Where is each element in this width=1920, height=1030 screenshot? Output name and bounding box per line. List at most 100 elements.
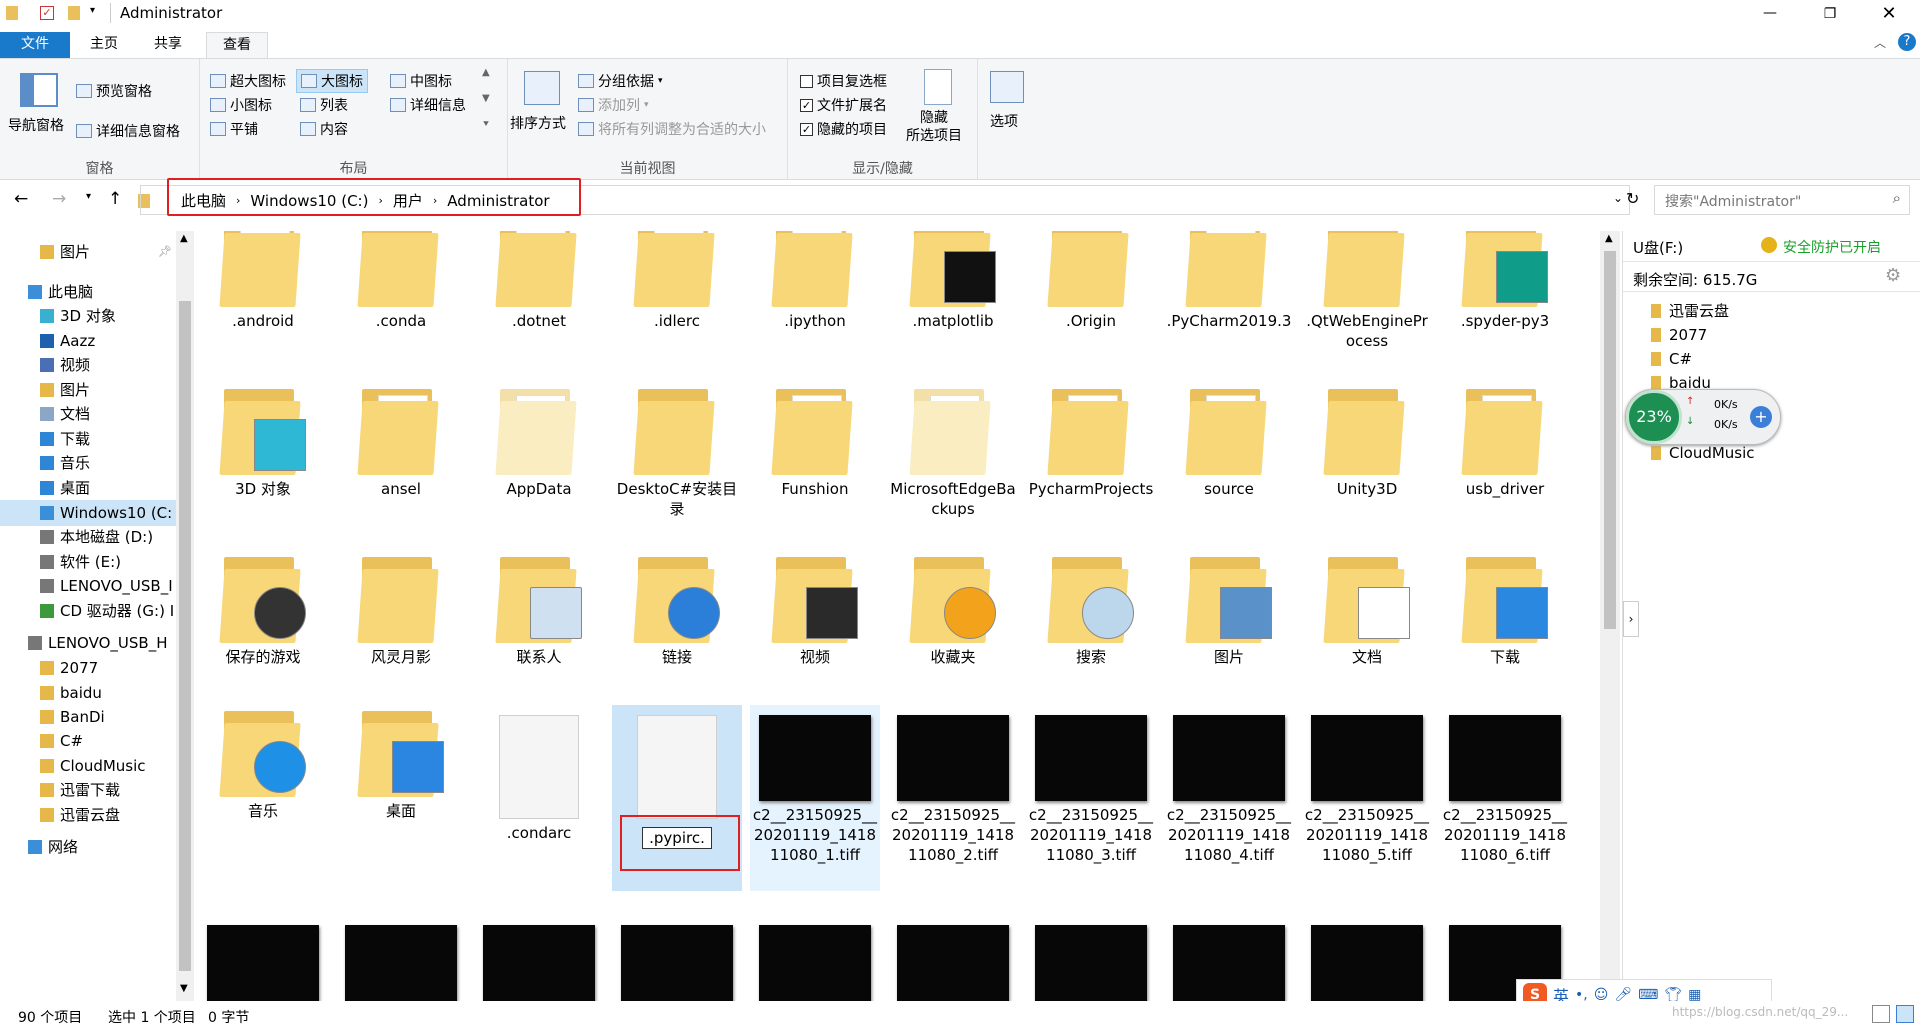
file-item[interactable]: .conda <box>336 231 466 331</box>
nav-item[interactable]: 网络 <box>0 834 176 860</box>
file-item[interactable] <box>336 915 466 1001</box>
file-item[interactable] <box>1164 915 1294 1001</box>
file-item[interactable] <box>474 915 604 1001</box>
nav-item[interactable]: 图片 <box>0 377 176 403</box>
nav-item[interactable]: LENOVO_USB_H <box>0 630 176 656</box>
file-item[interactable]: .android <box>198 231 328 331</box>
forward-icon[interactable]: → <box>52 189 66 209</box>
content-scroll-thumb[interactable] <box>1604 251 1616 629</box>
minimize-button[interactable]: — <box>1760 0 1780 28</box>
file-item[interactable]: .dotnet <box>474 231 604 331</box>
file-item[interactable] <box>198 915 328 1001</box>
layout-details[interactable]: 详细信息 <box>390 95 466 115</box>
nav-item[interactable]: 迅雷云盘 <box>0 802 176 828</box>
file-item[interactable]: ansel <box>336 383 466 499</box>
nav-item[interactable]: Aazz <box>0 328 176 354</box>
file-item[interactable]: 文档 <box>1302 551 1432 667</box>
layout-content[interactable]: 内容 <box>300 119 348 139</box>
file-item[interactable] <box>750 915 880 1001</box>
nav-pane-button[interactable]: 导航窗格 <box>8 115 64 135</box>
hidden-items-toggle[interactable]: ✓ 隐藏的项目 <box>800 119 887 139</box>
nav-item[interactable]: 桌面 <box>0 475 176 501</box>
crumb-this-pc[interactable]: 此电脑 <box>181 190 226 211</box>
nav-scroll-down-icon[interactable]: ▼ <box>180 983 188 994</box>
file-item[interactable]: DesktoC#安装目录 <box>612 383 742 519</box>
sort-by-button[interactable]: 排序方式 <box>510 113 566 133</box>
file-item[interactable]: c2__23150925__20201119_141811080_6.tiff <box>1440 705 1570 865</box>
file-item[interactable] <box>1026 915 1156 1001</box>
speed-widget[interactable]: 23% ↑ 0K/s ↓ 0K/s + <box>1625 389 1781 445</box>
file-item[interactable]: 收藏夹 <box>888 551 1018 667</box>
add-columns-button[interactable]: 添加列 ▾ <box>578 95 649 115</box>
file-item[interactable]: Unity3D <box>1302 383 1432 499</box>
file-item[interactable]: Funshion <box>750 383 880 499</box>
layout-expand-icon[interactable]: ⯆ <box>482 119 490 130</box>
file-item[interactable] <box>612 915 742 1001</box>
up-icon[interactable]: ↑ <box>108 189 122 209</box>
protect-status[interactable]: 安全防护已开启 <box>1783 237 1881 257</box>
tab-file[interactable]: 文件 <box>0 32 70 58</box>
file-item[interactable] <box>888 915 1018 1001</box>
options-button[interactable]: 选项 <box>990 111 1018 131</box>
file-item[interactable]: .spyder-py3 <box>1440 231 1570 331</box>
file-item[interactable]: c2__23150925__20201119_141811080_4.tiff <box>1164 705 1294 865</box>
crumb-users[interactable]: 用户 <box>393 190 423 211</box>
nav-item[interactable]: BanDi <box>0 704 176 730</box>
file-item[interactable]: .pypirc. <box>612 705 742 891</box>
nav-item[interactable]: 3D 对象 <box>0 303 176 329</box>
file-item[interactable]: PycharmProjects <box>1026 383 1156 499</box>
tab-home[interactable]: 主页 <box>76 32 132 58</box>
crumb-admin[interactable]: Administrator <box>447 192 549 210</box>
new-folder-icon[interactable] <box>68 6 80 20</box>
file-item[interactable]: 搜索 <box>1026 551 1156 667</box>
file-item[interactable]: .condarc <box>474 705 604 843</box>
tab-share[interactable]: 共享 <box>140 32 196 58</box>
help-icon[interactable]: ? <box>1898 33 1916 51</box>
nav-item[interactable]: 音乐 <box>0 450 176 476</box>
drive-folder-item[interactable]: C# <box>1651 347 1891 371</box>
quick-access-dropdown-icon[interactable]: ▾ <box>90 5 95 16</box>
nav-item[interactable]: C# <box>0 728 176 754</box>
nav-scroll-thumb[interactable] <box>179 301 191 971</box>
file-item[interactable]: 链接 <box>612 551 742 667</box>
address-box[interactable]: 此电脑 › Windows10 (C:) › 用户 › Administrator ⌄ <box>140 178 1630 216</box>
content-scrollbar[interactable]: ▲ ▼ <box>1600 231 1620 1001</box>
crumb-drive[interactable]: Windows10 (C:) <box>250 192 368 210</box>
file-item[interactable]: .idlerc <box>612 231 742 331</box>
properties-icon[interactable]: ✓ <box>40 6 54 20</box>
file-item[interactable]: 下载 <box>1440 551 1570 667</box>
file-item[interactable]: .QtWebEngineProcess <box>1302 231 1432 351</box>
file-item[interactable] <box>1302 915 1432 1001</box>
hide-selected-button[interactable]: 隐藏 所选项目 <box>906 109 962 145</box>
search-box[interactable]: 搜索"Administrator" ⌕ <box>1654 185 1910 215</box>
nav-item[interactable]: baidu <box>0 680 176 706</box>
recent-dropdown-icon[interactable]: ▾ <box>86 191 91 202</box>
nav-item[interactable]: Windows10 (C: <box>0 500 176 526</box>
collapse-ribbon-icon[interactable]: ︿ <box>1874 34 1886 51</box>
tab-view[interactable]: 查看 <box>206 32 268 58</box>
nav-scrollbar[interactable]: ▲ ▼ <box>176 231 194 1001</box>
nav-scroll-up-icon[interactable]: ▲ <box>180 233 188 244</box>
layout-scroll-down-icon[interactable]: ▼ <box>482 93 490 104</box>
nav-item[interactable]: 迅雷下载 <box>0 777 176 803</box>
close-button[interactable]: ✕ <box>1876 0 1902 28</box>
layout-list[interactable]: 列表 <box>300 95 348 115</box>
nav-item[interactable]: 文档 <box>0 401 176 427</box>
gear-icon[interactable]: ⚙ <box>1885 265 1901 286</box>
drive-folder-item[interactable]: 2077 <box>1651 323 1891 347</box>
nav-item[interactable]: LENOVO_USB_I <box>0 573 176 599</box>
file-item[interactable]: c2__23150925__20201119_141811080_5.tiff <box>1302 705 1432 865</box>
nav-item[interactable]: 软件 (E:) <box>0 549 176 575</box>
file-item[interactable]: 图片 <box>1164 551 1294 667</box>
details-pane-button[interactable]: 详细信息窗格 <box>76 121 180 141</box>
file-item[interactable]: c2__23150925__20201119_141811080_1.tiff <box>750 705 880 891</box>
pane-toggle-icon[interactable]: › <box>1623 601 1639 637</box>
back-icon[interactable]: ← <box>14 189 28 209</box>
layout-small-icons[interactable]: 小图标 <box>210 95 272 115</box>
layout-large-icons[interactable]: 大图标 <box>296 69 368 93</box>
file-item[interactable]: .Origin <box>1026 231 1156 331</box>
nav-item[interactable]: 本地磁盘 (D:) <box>0 524 176 550</box>
file-item[interactable]: 音乐 <box>198 705 328 821</box>
file-item[interactable]: c2__23150925__20201119_141811080_3.tiff <box>1026 705 1156 865</box>
file-item[interactable]: 3D 对象 <box>198 383 328 499</box>
